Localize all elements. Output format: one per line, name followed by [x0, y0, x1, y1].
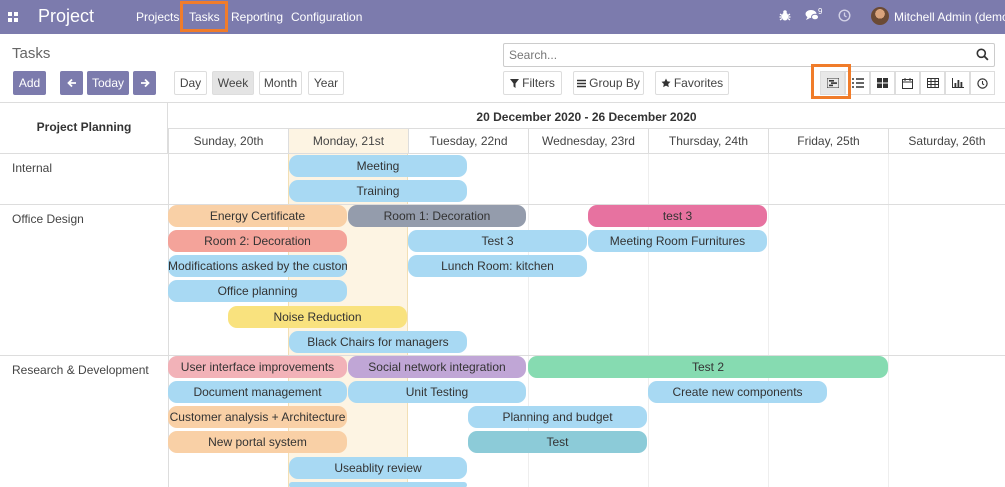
task-pill[interactable]: Room 2: Decoration	[168, 230, 347, 252]
task-pill[interactable]: Meeting	[289, 155, 467, 177]
table-icon	[926, 78, 939, 88]
gantt-title: Project Planning	[36, 120, 132, 134]
favorites-label: Favorites	[673, 76, 724, 90]
gantt-highlight-frame	[811, 64, 851, 99]
scale-year-button[interactable]: Year	[308, 71, 344, 95]
gantt-title-cell: Project Planning	[0, 103, 168, 154]
task-pill[interactable]: Document management	[168, 381, 347, 403]
menu-projects[interactable]: Projects	[136, 10, 179, 24]
filters-label: Filters	[522, 76, 555, 90]
group-label: Research & Development	[12, 363, 149, 377]
task-pill[interactable]: Create new components	[648, 381, 827, 403]
favorites-button[interactable]: Favorites	[655, 71, 729, 95]
top-navbar: Project Projects Tasks Reporting Configu…	[0, 0, 1005, 34]
group-by-label: Group By	[589, 76, 640, 90]
day-header-monday: Monday, 21st	[288, 128, 408, 154]
filters-button[interactable]: Filters	[503, 71, 562, 95]
task-pill[interactable]: User interface improvements	[168, 356, 347, 378]
task-pill[interactable]: Lunch Room: kitchen	[408, 255, 587, 277]
task-pill[interactable]: Planning and budget	[468, 406, 647, 428]
next-button[interactable]	[133, 71, 156, 95]
group-label: Office Design	[12, 212, 84, 226]
notification-count: 9	[818, 7, 823, 16]
group-row-internal: Internal	[0, 154, 1005, 205]
scale-month-button[interactable]: Month	[259, 71, 302, 95]
group-label: Internal	[12, 161, 53, 175]
pivot-view-button[interactable]	[920, 71, 945, 95]
scale-week-button[interactable]: Week	[212, 71, 254, 95]
today-button[interactable]: Today	[87, 71, 129, 95]
task-pill[interactable]: Useablity review	[289, 457, 467, 479]
list-view-icon	[851, 78, 864, 88]
add-button[interactable]: Add	[13, 71, 46, 95]
day-header-friday: Friday, 25th	[768, 128, 888, 154]
bar-chart-icon	[951, 78, 964, 88]
calendar-icon	[902, 77, 913, 89]
task-pill[interactable]: test 3	[588, 205, 767, 227]
previous-button[interactable]	[60, 71, 83, 95]
clock-icon[interactable]	[838, 9, 851, 25]
gantt-chart: Project Planning 20 December 2020 - 26 D…	[0, 102, 1005, 487]
task-pill[interactable]: Unit Testing	[348, 381, 526, 403]
task-pill[interactable]: Test 3	[408, 230, 587, 252]
day-header-wednesday: Wednesday, 23rd	[528, 128, 648, 154]
task-pill-partial[interactable]	[289, 482, 467, 487]
day-header-thursday: Thursday, 24th	[648, 128, 768, 154]
arrow-left-icon	[66, 78, 76, 88]
group-by-button[interactable]: Group By	[573, 71, 644, 95]
chat-icon[interactable]	[805, 9, 819, 25]
task-pill[interactable]: Training	[289, 180, 467, 202]
activity-view-button[interactable]	[970, 71, 995, 95]
filter-icon	[510, 78, 520, 88]
task-pill[interactable]: Black Chairs for managers	[289, 331, 467, 353]
menu-reporting[interactable]: Reporting	[231, 10, 283, 24]
search-icon[interactable]	[976, 48, 989, 64]
app-brand[interactable]: Project	[38, 6, 94, 27]
task-pill[interactable]: New portal system	[168, 431, 347, 453]
bug-icon[interactable]	[779, 9, 791, 25]
star-icon	[661, 78, 671, 88]
menu-configuration[interactable]: Configuration	[291, 10, 362, 24]
task-pill[interactable]: Modifications asked by the customer	[168, 255, 347, 277]
search-input[interactable]	[509, 48, 969, 62]
user-menu[interactable]: Mitchell Admin (demo)	[894, 10, 1005, 24]
task-pill[interactable]: Noise Reduction	[228, 306, 407, 328]
kanban-view-button[interactable]	[870, 71, 895, 95]
task-pill[interactable]: Test	[468, 431, 647, 453]
day-header-sunday: Sunday, 20th	[168, 128, 288, 154]
kanban-icon	[877, 78, 888, 88]
user-avatar[interactable]	[871, 7, 889, 25]
clock-outline-icon	[977, 77, 988, 89]
task-pill[interactable]: Energy Certificate	[168, 205, 347, 227]
apps-menu-icon[interactable]	[0, 0, 26, 34]
task-pill[interactable]: Room 1: Decoration	[348, 205, 526, 227]
date-range-title: 20 December 2020 - 26 December 2020	[476, 110, 697, 124]
task-pill[interactable]: Meeting Room Furnitures	[588, 230, 767, 252]
arrow-right-icon	[140, 78, 150, 88]
task-pill[interactable]: Office planning	[168, 280, 347, 302]
scale-day-button[interactable]: Day	[174, 71, 207, 95]
list-icon	[577, 79, 587, 87]
graph-view-button[interactable]	[945, 71, 970, 95]
task-pill[interactable]: Social network integration	[348, 356, 526, 378]
group-row-office-design: Office Design	[0, 205, 1005, 356]
day-header-saturday: Saturday, 26th	[888, 128, 1005, 154]
day-header-tuesday: Tuesday, 22nd	[408, 128, 528, 154]
task-pill[interactable]: Test 2	[528, 356, 888, 378]
calendar-view-button[interactable]	[895, 71, 920, 95]
task-pill[interactable]: Customer analysis + Architecture	[168, 406, 347, 428]
tasks-highlight-frame	[180, 1, 228, 32]
search-bar[interactable]	[503, 43, 995, 67]
breadcrumb: Tasks	[12, 45, 51, 62]
